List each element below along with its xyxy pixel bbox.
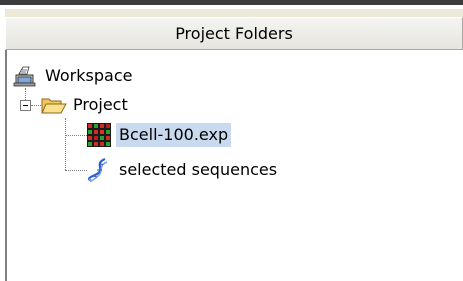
panel-title: Project Folders <box>5 17 463 50</box>
tree-node-project[interactable]: Project <box>41 91 131 119</box>
tree-connector <box>65 118 66 170</box>
tree-node-label: Project <box>73 95 128 114</box>
tree-connector <box>31 105 41 106</box>
folder-open-icon <box>41 93 67 117</box>
collapse-toggle-icon[interactable] <box>20 100 31 111</box>
microarray-icon <box>87 123 111 147</box>
tree-node-label: Bcell-100.exp <box>116 123 232 147</box>
dna-sequence-icon <box>87 157 111 183</box>
tree-connector <box>65 170 87 171</box>
tree-node-label: selected sequences <box>119 160 278 179</box>
project-tree[interactable]: Workspace Project Bcell-100.exp selected… <box>5 50 463 281</box>
tree-node-label: Workspace <box>45 66 133 85</box>
tree-connector <box>65 135 87 136</box>
tree-connector <box>25 88 26 100</box>
tree-node-selected-sequences[interactable]: selected sequences <box>87 156 280 184</box>
workspace-icon <box>13 64 37 88</box>
project-folders-panel: Project Folders Workspace Project Bcell-… <box>5 5 463 281</box>
tree-node-workspace[interactable]: Workspace <box>13 62 135 90</box>
panel-header-topline <box>5 9 463 17</box>
tree-node-bcell[interactable]: Bcell-100.exp <box>87 121 232 149</box>
